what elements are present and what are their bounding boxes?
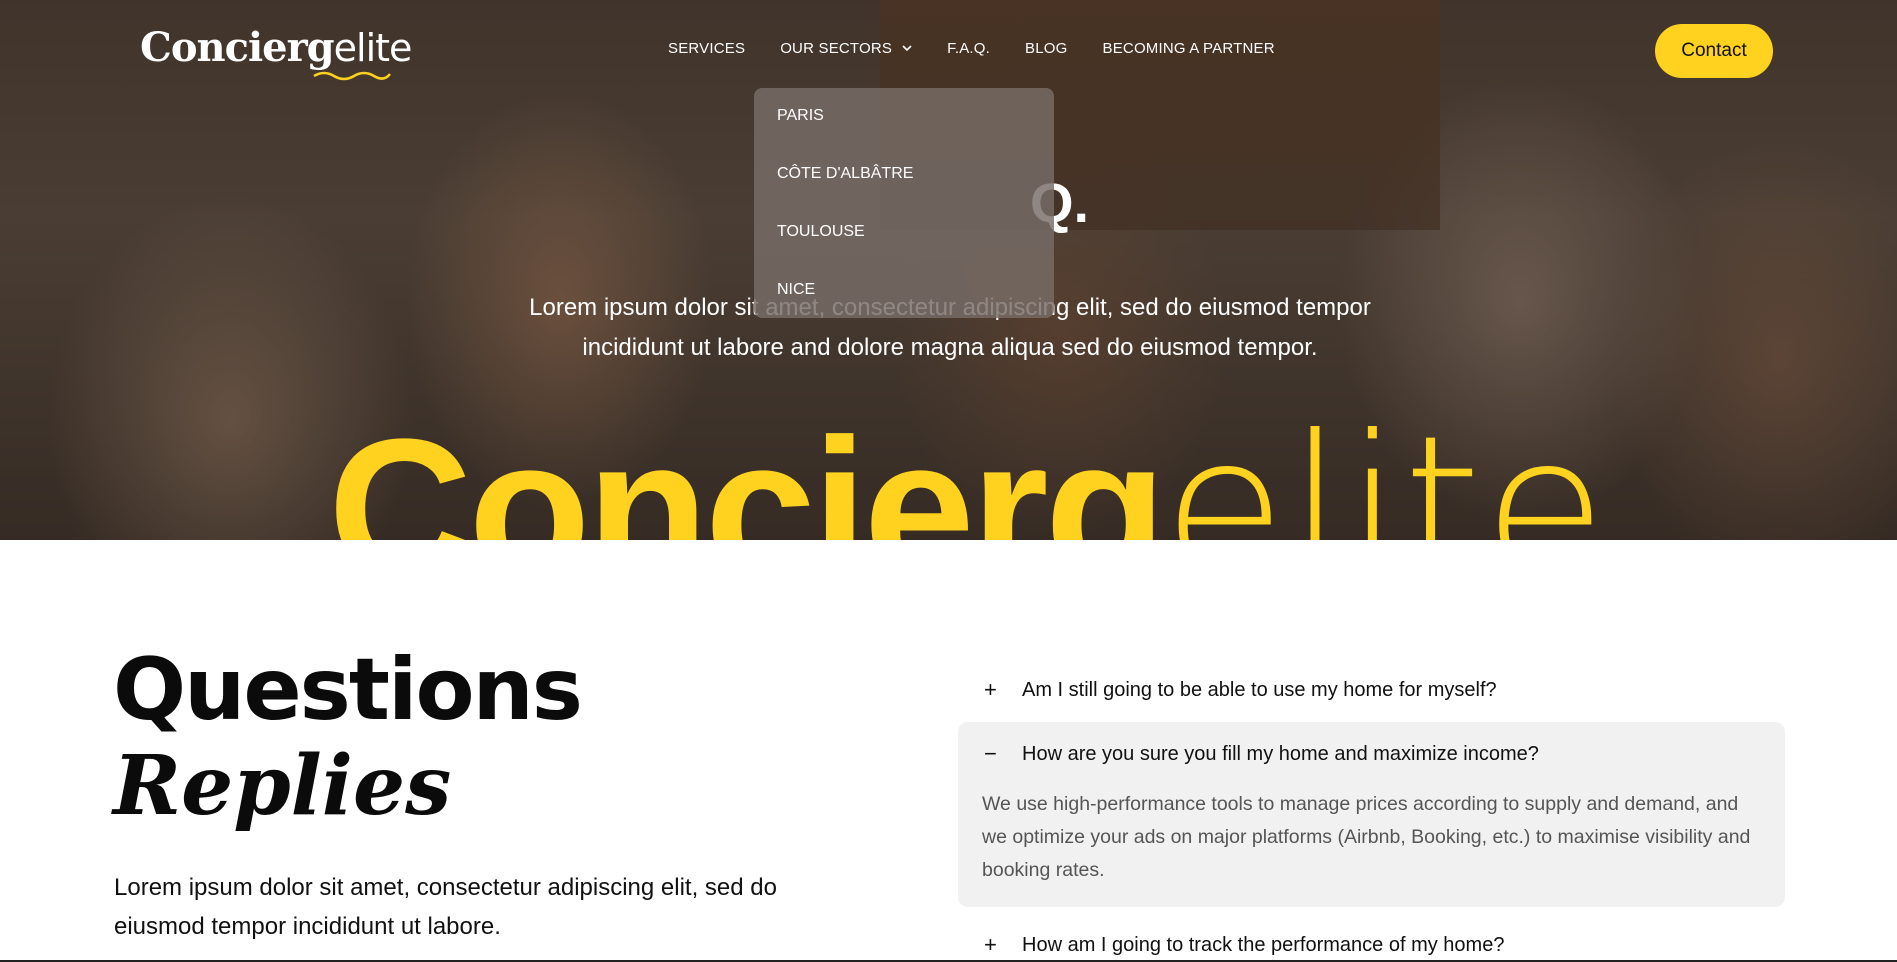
faq-question-2-text: How are you sure you fill my home and ma… <box>1022 742 1539 765</box>
faq-question-3-text: How am I going to track the performance … <box>1022 933 1505 956</box>
site-logo[interactable]: Conciergelite <box>140 24 413 81</box>
plus-icon: + <box>984 677 997 702</box>
nav-faq-label: F.A.Q. <box>947 40 991 57</box>
logo-squiggle-icon <box>313 71 391 81</box>
faq-intro-text: Lorem ipsum dolor sit amet, consectetur … <box>114 874 777 940</box>
nav-blog[interactable]: BLOG <box>1025 40 1067 57</box>
nav-our-sectors[interactable]: OUR SECTORS <box>780 40 912 57</box>
dropdown-item-toulouse[interactable]: TOULOUSE <box>754 221 1054 279</box>
faq-question-1-text: Am I still going to be able to use my ho… <box>1022 678 1497 701</box>
logo-bold-text: Concierg <box>140 24 335 71</box>
faq-item-2-expanded: − How are you sure you fill my home and … <box>958 722 1785 907</box>
contact-button[interactable]: Contact <box>1655 24 1773 78</box>
nav-services[interactable]: SERVICES <box>668 40 745 57</box>
faq-accordion: + Am I still going to be able to use my … <box>958 666 1785 962</box>
dropdown-item-nice[interactable]: NICE <box>754 279 1054 337</box>
faq-question-2[interactable]: − How are you sure you fill my home and … <box>958 730 1785 778</box>
main-nav: SERVICES OUR SECTORS F.A.Q. BLOG BECOMIN… <box>668 40 1310 57</box>
faq-answer-2: We use high-performance tools to manage … <box>982 793 1751 881</box>
faq-question-3[interactable]: + How am I going to track the performanc… <box>958 921 1785 962</box>
dropdown-item-cote-albatre[interactable]: CÔTE D'ALBÂTRE <box>754 163 1054 221</box>
nav-our-sectors-label: OUR SECTORS <box>780 40 893 57</box>
faq-title: Questions <box>113 640 583 740</box>
nav-becoming-partner-label: BECOMING A PARTNER <box>1102 40 1275 57</box>
nav-services-label: SERVICES <box>668 40 746 57</box>
faq-question-1[interactable]: + Am I still going to be able to use my … <box>958 666 1785 714</box>
sectors-dropdown: PARIS CÔTE D'ALBÂTRE TOULOUSE NICE <box>754 88 1054 318</box>
faq-subtitle: Replies <box>113 738 452 834</box>
nav-blog-label: BLOG <box>1025 40 1068 57</box>
chevron-down-icon <box>902 45 912 52</box>
plus-icon: + <box>984 932 997 957</box>
minus-icon: − <box>984 741 997 766</box>
logo-light-text: elite <box>333 26 413 70</box>
nav-faq[interactable]: F.A.Q. <box>947 40 990 57</box>
nav-becoming-partner[interactable]: BECOMING A PARTNER <box>1103 40 1275 57</box>
dropdown-item-paris[interactable]: PARIS <box>754 105 1054 163</box>
